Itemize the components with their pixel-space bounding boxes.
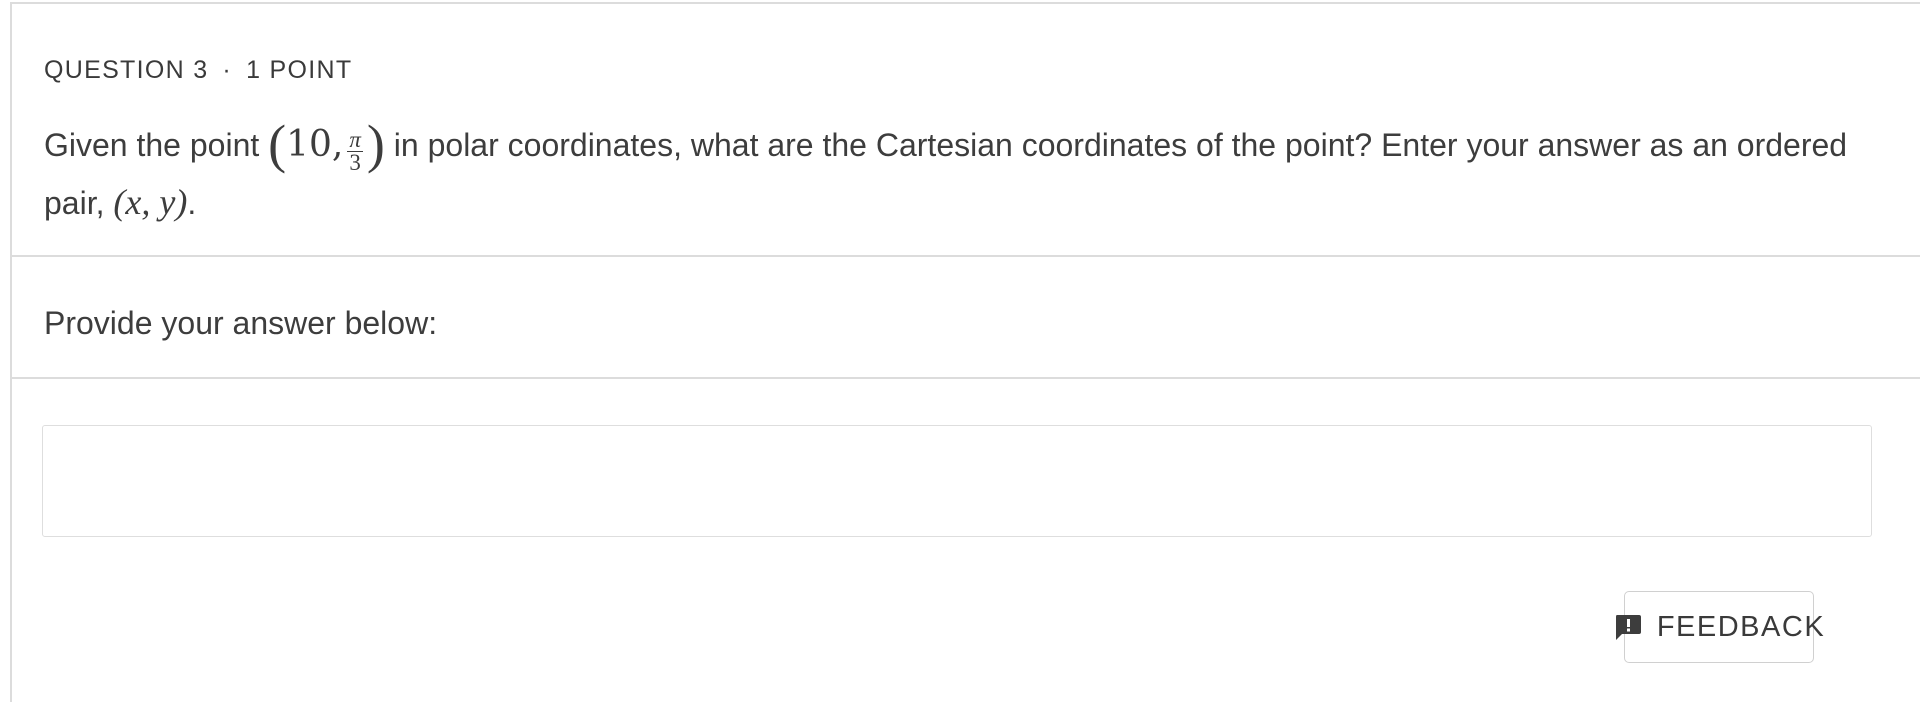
feedback-button[interactable]: FEEDBACK: [1615, 591, 1824, 663]
question-number: QUESTION 3: [44, 56, 209, 84]
answer-input[interactable]: [42, 425, 1872, 537]
ordered-pair-text: (x, y): [113, 182, 188, 222]
theta-numerator: π: [347, 127, 363, 152]
feedback-label: FEEDBACK: [1656, 610, 1826, 643]
polar-r-value: 10,: [286, 124, 344, 165]
prompt-text-end: .: [187, 185, 197, 221]
instruction-section: Provide your answer below:: [12, 255, 1920, 379]
open-paren: (: [268, 114, 287, 174]
question-points: 1 POINT: [246, 56, 353, 84]
question-section: QUESTION 3 · 1 POINT Given the point (10, π…: [12, 4, 1920, 257]
polar-theta-fraction: π3: [347, 127, 363, 175]
instruction-text: Provide your answer below:: [44, 305, 438, 341]
ordered-pair-math: (x, y): [113, 182, 187, 223]
header-separator: ·: [222, 56, 233, 84]
close-paren: ): [366, 114, 385, 174]
polar-point-math: (10, π 3): [268, 116, 385, 174]
question-prompt: Given the point (10, π 3) in polar coordin…: [44, 116, 1884, 231]
theta-denominator: 3: [349, 150, 361, 175]
prompt-text-before: Given the point: [44, 127, 260, 163]
question-header: QUESTION 3 · 1 POINT: [44, 56, 352, 85]
feedback-exclamation-icon: [1613, 612, 1643, 642]
